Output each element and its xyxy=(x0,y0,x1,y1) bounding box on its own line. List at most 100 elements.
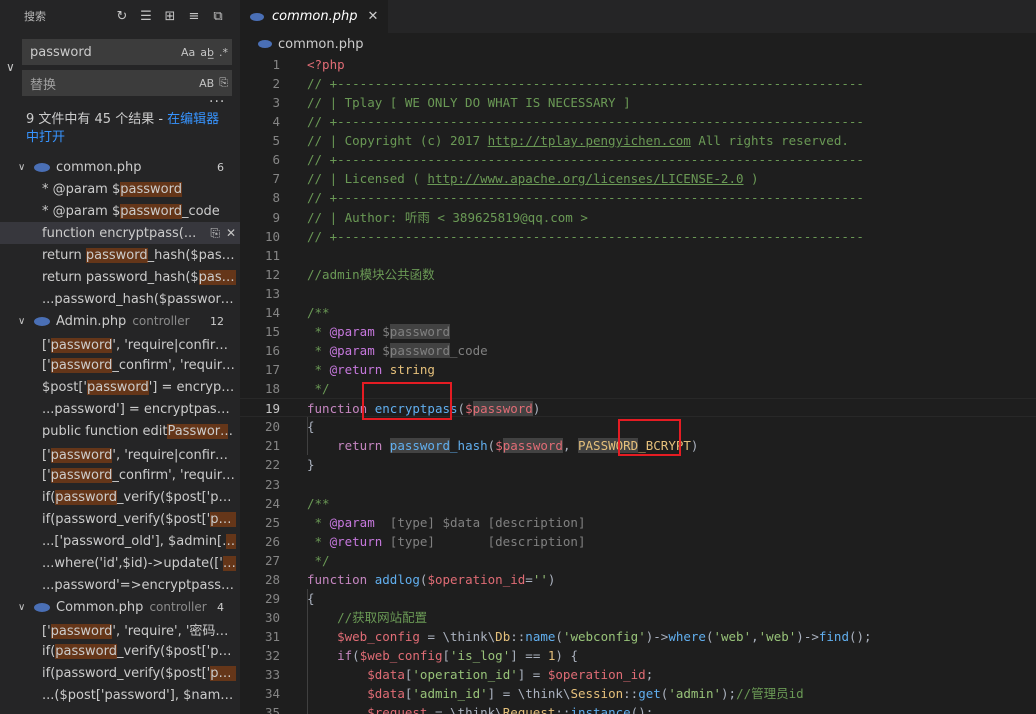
result-match-row[interactable]: function encryptpass(... ⎘ ✕ xyxy=(0,222,240,244)
use-regex-icon[interactable]: .* xyxy=(219,46,228,59)
match-case-icon[interactable]: Aa xyxy=(181,46,195,59)
code-line[interactable]: 15 * @param $password xyxy=(240,322,1036,341)
code-line[interactable]: 17 * @return string xyxy=(240,360,1036,379)
result-match-row[interactable]: if(password_verify($post['passwo... xyxy=(0,662,240,684)
result-match-row[interactable]: if(password_verify($post['passwo... xyxy=(0,640,240,662)
result-match-row[interactable]: public function editPassword() xyxy=(0,420,240,442)
code-line[interactable]: 23 xyxy=(240,475,1036,494)
code-line[interactable]: 7 // | Licensed ( http://www.apache.org/l… xyxy=(240,169,1036,188)
line-number: 19 xyxy=(264,401,280,417)
code-line[interactable]: 19 function encryptpass($password) xyxy=(240,398,1036,418)
code-line[interactable]: 26 * @return [type] [description] xyxy=(240,532,1036,551)
result-file-row[interactable]: ∨ Common.php controller 4 xyxy=(0,596,240,618)
view-as-tree-icon[interactable]: ≡ xyxy=(184,6,204,26)
replace-icon[interactable]: ⎘ xyxy=(210,226,220,241)
code-line[interactable]: 1 <?php xyxy=(240,55,1036,74)
result-match-row[interactable]: ['password_confirm', 'require', '... xyxy=(0,464,240,486)
result-match-row[interactable]: * @param $password xyxy=(0,178,240,200)
code-line[interactable]: 35 $request = \think\Request::instance()… xyxy=(240,703,1036,714)
code-line[interactable]: 29 { xyxy=(240,589,1036,608)
result-match-row[interactable]: * @param $password_code xyxy=(0,200,240,222)
result-match-text: if(password_verify($post['passwo... xyxy=(42,511,236,527)
result-match-row[interactable]: ...['password_old'], $admin['pass... xyxy=(0,530,240,552)
replace-input[interactable]: 替换 AB ⎘ xyxy=(22,70,232,96)
replace-all-icon[interactable]: ⎘ xyxy=(219,76,228,90)
code-line[interactable]: 14 /** xyxy=(240,303,1036,322)
code-line[interactable]: 4 // +-----------------------------------… xyxy=(240,112,1036,131)
code-line[interactable]: 22} xyxy=(240,455,1036,474)
result-match-row[interactable]: ['password', 'require', '密码不能... xyxy=(0,618,240,640)
code-text: { xyxy=(307,590,315,606)
collapse-all-icon[interactable]: ⧉ xyxy=(208,6,228,26)
refresh-icon[interactable]: ↻ xyxy=(112,6,132,26)
line-number: 33 xyxy=(264,667,280,683)
result-match-row[interactable]: if(password_verify($post['passwo... xyxy=(0,486,240,508)
code-line[interactable]: 13 xyxy=(240,284,1036,303)
code-line[interactable]: 2 // +-----------------------------------… xyxy=(240,74,1036,93)
code-line[interactable]: 8 // +-----------------------------------… xyxy=(240,188,1036,207)
line-number: 8 xyxy=(272,190,280,206)
code-line[interactable]: 6 // +-----------------------------------… xyxy=(240,150,1036,169)
code-line[interactable]: 34 $data['admin_id'] = \think\Session::g… xyxy=(240,684,1036,703)
code-line[interactable]: 18 */ xyxy=(240,379,1036,398)
code-text: // +------------------------------------… xyxy=(307,228,864,244)
result-match-row[interactable]: $post['password'] = encryptpass... xyxy=(0,376,240,398)
code-text: } xyxy=(307,457,315,473)
result-match-row[interactable]: ...where('id',$id)->update(['pass... xyxy=(0,552,240,574)
code-line[interactable]: 28 function addlog($operation_id='') xyxy=(240,570,1036,589)
result-match-text: ...password_hash($password, PA... xyxy=(42,292,236,307)
result-match-row[interactable]: return password_hash($passwor... xyxy=(0,244,240,266)
code-line[interactable]: 24 /** xyxy=(240,494,1036,513)
result-match-row[interactable]: ...password'=>encryptpass($pos... xyxy=(0,574,240,596)
code-line[interactable]: 10 // +----------------------------------… xyxy=(240,227,1036,246)
code-line[interactable]: 31 $web_config = \think\Db::name('webcon… xyxy=(240,627,1036,646)
result-match-row[interactable]: ...($post['password'], $name['pas... xyxy=(0,684,240,706)
result-match-row[interactable]: ['password_confirm', 'require', '... xyxy=(0,354,240,376)
line-number: 30 xyxy=(264,610,280,626)
result-file-dir: controller xyxy=(149,600,207,614)
result-match-row[interactable]: ['password', 'require|confirm', '密... xyxy=(0,332,240,354)
result-match-text: return password_hash($passwor... xyxy=(42,247,236,263)
result-match-row[interactable]: if(password_verify($post['passwo... xyxy=(0,508,240,530)
close-icon[interactable]: ✕ xyxy=(368,9,379,24)
clear-results-icon[interactable]: ☰ xyxy=(136,6,156,26)
code-line[interactable]: 12 //admin模块公共函数 xyxy=(240,265,1036,284)
code-text: if($web_config['is_log'] == 1) { xyxy=(337,648,578,664)
result-file-row[interactable]: ∨ common.php 6 xyxy=(0,156,240,178)
code-text: * @return string xyxy=(307,362,435,378)
code-line[interactable]: 30 //获取网站配置 xyxy=(240,608,1036,627)
search-input[interactable]: password Aa ab̲ .* xyxy=(22,39,232,65)
match-whole-word-icon[interactable]: ab̲ xyxy=(200,46,214,59)
code-line[interactable]: 27 */ xyxy=(240,551,1036,570)
dismiss-icon[interactable]: ✕ xyxy=(226,226,236,240)
result-match-text: ['password_confirm', 'require', '... xyxy=(42,357,236,373)
search-results-tree: ∨ common.php 6 * @param $password * @param $… xyxy=(0,156,240,706)
result-match-row[interactable]: ...password'] = encryptpass($pos... xyxy=(0,398,240,420)
code-line[interactable]: 3 // | Tplay [ WE ONLY DO WHAT IS NECESSA… xyxy=(240,93,1036,112)
code-line[interactable]: 9 // | Author: 听雨 < 389625819@qq.com > xyxy=(240,208,1036,227)
result-match-text: ['password', 'require|confirm', '密... xyxy=(42,337,236,353)
code-line[interactable]: 11 xyxy=(240,246,1036,265)
breadcrumb[interactable]: common.php xyxy=(240,33,1036,55)
result-match-row[interactable]: return password_hash($passwor... xyxy=(0,266,240,288)
code-line[interactable]: 25 * @param [type] $data [description] xyxy=(240,513,1036,532)
preserve-case-icon[interactable]: AB xyxy=(199,77,214,90)
code-line[interactable]: 33 $data['operation_id'] = $operation_id… xyxy=(240,665,1036,684)
toggle-search-details-icon[interactable]: ··· xyxy=(209,94,225,110)
tab-common-php[interactable]: common.php ✕ xyxy=(240,0,389,33)
result-match-row[interactable]: ...password_hash($password, PA... xyxy=(0,288,240,310)
chevron-down-icon[interactable]: ∨ xyxy=(18,162,32,173)
code-line[interactable]: 32 if($web_config['is_log'] == 1) { xyxy=(240,646,1036,665)
breadcrumb-file[interactable]: common.php xyxy=(278,37,364,52)
line-number: 11 xyxy=(264,247,280,263)
result-match-row[interactable]: ['password', 'require|confirm', '密... xyxy=(0,442,240,464)
chevron-down-icon[interactable]: ∨ xyxy=(18,602,32,613)
code-text: $request = \think\Request::instance(); xyxy=(367,705,654,714)
toggle-replace-chevron-icon[interactable]: ∨ xyxy=(6,60,15,74)
result-file-row[interactable]: ∨ Admin.php controller 12 xyxy=(0,310,240,332)
code-line[interactable]: 16 * @param $password_code xyxy=(240,341,1036,360)
new-search-editor-icon[interactable]: ⊞ xyxy=(160,6,180,26)
code-line[interactable]: 5 // | Copyright (c) 2017 http://tplay.pe… xyxy=(240,131,1036,150)
result-file-name: common.php xyxy=(56,159,142,175)
chevron-down-icon[interactable]: ∨ xyxy=(18,316,32,327)
